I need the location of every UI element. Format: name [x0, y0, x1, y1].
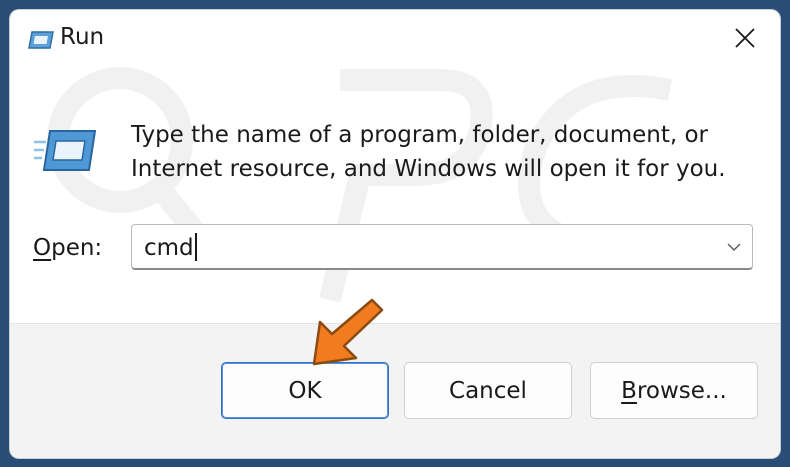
ok-button-label: OK	[288, 377, 322, 404]
window-title: Run	[60, 24, 105, 50]
open-label-text: pen:	[51, 235, 103, 261]
text-caret	[194, 233, 197, 261]
description-line-1: Type the name of a program, folder, docu…	[131, 122, 708, 148]
chevron-down-icon[interactable]	[726, 239, 742, 255]
description-line-2: Internet resource, and Windows will open…	[131, 156, 726, 182]
browse-button-accelerator: B	[621, 377, 637, 404]
close-icon	[735, 28, 755, 48]
open-combobox[interactable]: cmd	[131, 224, 753, 270]
close-button[interactable]	[722, 18, 768, 58]
open-label: Open:	[33, 235, 102, 261]
run-dialog: Run Type the name of a program, folder, …	[10, 10, 780, 458]
run-icon	[34, 130, 97, 171]
open-input[interactable]: cmd	[144, 233, 197, 261]
browse-button[interactable]: Browse...	[590, 362, 758, 419]
open-input-value: cmd	[144, 235, 194, 261]
cancel-button[interactable]: Cancel	[404, 362, 572, 419]
cancel-button-label: Cancel	[449, 377, 527, 404]
description-text: Type the name of a program, folder, docu…	[131, 118, 751, 186]
browse-button-label: rowse...	[636, 377, 727, 404]
ok-button[interactable]: OK	[221, 362, 389, 419]
run-small-icon	[28, 31, 54, 49]
open-label-accelerator: O	[33, 235, 52, 261]
